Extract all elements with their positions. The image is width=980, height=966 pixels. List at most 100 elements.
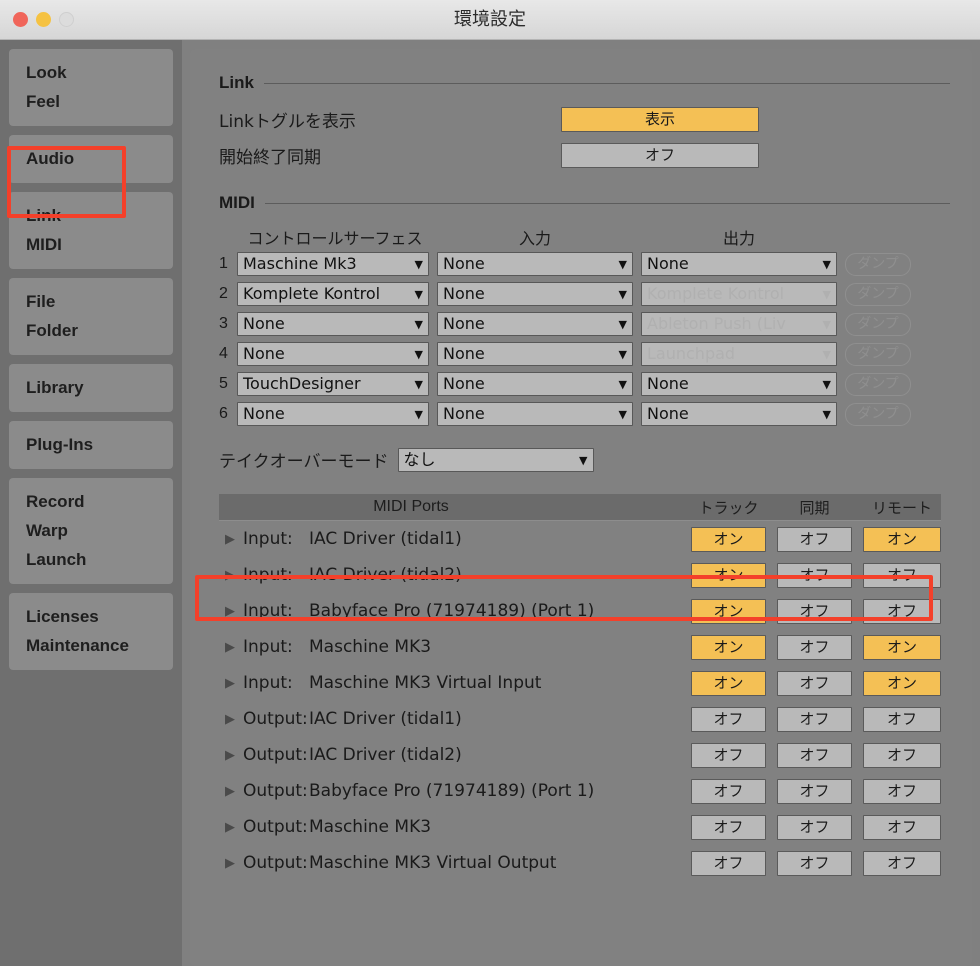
midi-port-remote-toggle[interactable]: オン: [863, 670, 941, 696]
midi-port-sync-toggle[interactable]: オフ: [777, 526, 852, 552]
midi-port-sync-toggle[interactable]: オフ: [777, 670, 852, 696]
disclosure-triangle-icon[interactable]: ▶: [219, 557, 243, 593]
midi-port-remote-toggle[interactable]: オフ: [863, 778, 941, 804]
disclosure-triangle-icon[interactable]: ▶: [219, 521, 243, 557]
takeover-mode-select[interactable]: なし ▼: [397, 447, 594, 472]
midi-port-track-toggle[interactable]: オフ: [691, 742, 766, 768]
start-stop-sync-button[interactable]: オフ: [561, 142, 759, 168]
control-surface-select[interactable]: TouchDesigner ▼: [237, 372, 429, 396]
midi-port-name: Maschine MK3 Virtual Output: [309, 853, 557, 873]
control-surface-select[interactable]: None ▼: [237, 312, 429, 336]
dump-button[interactable]: ダンプ: [845, 372, 911, 396]
midi-port-sync-toggle[interactable]: オフ: [777, 742, 852, 768]
midi-port-sync-toggle[interactable]: オフ: [777, 850, 852, 876]
dump-button[interactable]: ダンプ: [845, 342, 911, 366]
midi-port-sync-toggle[interactable]: オフ: [777, 778, 852, 804]
sidebar-item-licenses[interactable]: Licenses: [9, 602, 173, 631]
disclosure-triangle-icon[interactable]: ▶: [219, 593, 243, 629]
control-surface-input-select[interactable]: None ▼: [437, 282, 633, 306]
midi-port-track-toggle[interactable]: オフ: [691, 850, 766, 876]
sidebar-item-library[interactable]: Library: [9, 373, 173, 402]
midi-port-track-toggle[interactable]: オフ: [691, 814, 766, 840]
control-surface-output-select[interactable]: None ▼: [641, 372, 837, 396]
chevron-down-icon: ▼: [618, 258, 627, 271]
midi-port-track-toggle[interactable]: オン: [691, 598, 766, 624]
control-surface-output-select[interactable]: Komplete Kontrol ▼: [641, 282, 837, 306]
sidebar-group-6: Record Warp Launch: [9, 478, 173, 584]
midi-port-sync-toggle[interactable]: オフ: [777, 562, 852, 588]
disclosure-triangle-icon[interactable]: ▶: [219, 629, 243, 665]
midi-port-direction: Input:: [243, 637, 293, 657]
midi-port-sync-toggle[interactable]: オフ: [777, 814, 852, 840]
midi-port-remote-toggle[interactable]: オフ: [863, 814, 941, 840]
midi-port-track-toggle[interactable]: オフ: [691, 778, 766, 804]
midi-port-sync-toggle[interactable]: オフ: [777, 634, 852, 660]
midi-port-track-toggle[interactable]: オン: [691, 670, 766, 696]
dump-button[interactable]: ダンプ: [845, 402, 911, 426]
midi-port-sync-toggle[interactable]: オフ: [777, 598, 852, 624]
control-surface-select[interactable]: Maschine Mk3 ▼: [237, 252, 429, 276]
control-surface-input-select[interactable]: None ▼: [437, 342, 633, 366]
control-surface-row: 1 Maschine Mk3 ▼ None ▼ None ▼ ダンプ: [190, 249, 972, 279]
control-surface-row: 4 None ▼ None ▼ Launchpad ▼ ダンプ: [190, 339, 972, 369]
control-surface-select[interactable]: None ▼: [237, 342, 429, 366]
start-stop-sync-label: 開始終了同期: [219, 147, 321, 168]
disclosure-triangle-icon[interactable]: ▶: [219, 845, 243, 881]
midi-port-remote-toggle[interactable]: オフ: [863, 850, 941, 876]
sidebar-item-link[interactable]: Link: [9, 201, 173, 230]
midi-port-sync-toggle[interactable]: オフ: [777, 706, 852, 732]
dump-button[interactable]: ダンプ: [845, 252, 911, 276]
sidebar-item-file[interactable]: File: [9, 287, 173, 316]
dump-button[interactable]: ダンプ: [845, 312, 911, 336]
dump-button[interactable]: ダンプ: [845, 282, 911, 306]
midi-port-remote-toggle[interactable]: オフ: [863, 598, 941, 624]
sidebar-item-look[interactable]: Look: [9, 58, 173, 87]
sidebar-item-record[interactable]: Record: [9, 487, 173, 516]
sidebar-item-warp[interactable]: Warp: [9, 516, 173, 545]
control-surface-input-select[interactable]: None ▼: [437, 252, 633, 276]
show-link-toggle-button[interactable]: 表示: [561, 106, 759, 132]
control-surface-output-select[interactable]: None ▼: [641, 402, 837, 426]
midi-port-direction: Input:: [243, 601, 293, 621]
sidebar-item-plug-ins[interactable]: Plug-Ins: [9, 430, 173, 459]
midi-port-remote-toggle[interactable]: オフ: [863, 706, 941, 732]
control-surface-index: 5: [219, 375, 228, 392]
control-surface-input-select[interactable]: None ▼: [437, 312, 633, 336]
sidebar-item-feel[interactable]: Feel: [9, 87, 173, 116]
row-show-link-toggle: Linkトグルを表示 表示: [219, 101, 972, 137]
chevron-down-icon: ▼: [822, 408, 831, 421]
control-surface-select[interactable]: None ▼: [237, 402, 429, 426]
disclosure-triangle-icon[interactable]: ▶: [219, 701, 243, 737]
disclosure-triangle-icon[interactable]: ▶: [219, 665, 243, 701]
control-surface-output-select[interactable]: Ableton Push (Liv ▼: [641, 312, 837, 336]
midi-port-remote-toggle[interactable]: オン: [863, 634, 941, 660]
sidebar: Look Feel Audio Link MIDI File Folder Library Pl…: [0, 40, 182, 966]
midi-port-track-toggle[interactable]: オン: [691, 562, 766, 588]
midi-section-header: MIDI: [219, 193, 950, 213]
control-surface-row: 3 None ▼ None ▼ Ableton Push (Liv ▼ ダンプ: [190, 309, 972, 339]
control-surface-output-select-value: Launchpad: [647, 344, 736, 363]
sidebar-item-folder[interactable]: Folder: [9, 316, 173, 345]
control-surface-input-select-value: None: [443, 404, 485, 423]
control-surface-input-select[interactable]: None ▼: [437, 372, 633, 396]
midi-port-remote-toggle[interactable]: オン: [863, 526, 941, 552]
midi-port-track-toggle[interactable]: オン: [691, 634, 766, 660]
control-surface-output-select[interactable]: Launchpad ▼: [641, 342, 837, 366]
midi-port-remote-toggle[interactable]: オフ: [863, 562, 941, 588]
sidebar-item-launch[interactable]: Launch: [9, 545, 173, 574]
control-surface-output-select[interactable]: None ▼: [641, 252, 837, 276]
control-surface-select[interactable]: Komplete Kontrol ▼: [237, 282, 429, 306]
control-surface-input-select[interactable]: None ▼: [437, 402, 633, 426]
midi-port-track-toggle[interactable]: オフ: [691, 706, 766, 732]
midi-port-remote-toggle[interactable]: オフ: [863, 742, 941, 768]
sidebar-item-midi[interactable]: MIDI: [9, 230, 173, 259]
sidebar-item-maintenance[interactable]: Maintenance: [9, 631, 173, 660]
disclosure-triangle-icon[interactable]: ▶: [219, 809, 243, 845]
midi-port-track-toggle[interactable]: オン: [691, 526, 766, 552]
disclosure-triangle-icon[interactable]: ▶: [219, 737, 243, 773]
sidebar-item-audio[interactable]: Audio: [9, 144, 173, 173]
midi-heading: MIDI: [219, 193, 255, 212]
midi-port-direction: Output:: [243, 853, 308, 873]
disclosure-triangle-icon[interactable]: ▶: [219, 773, 243, 809]
chevron-down-icon: ▼: [414, 408, 423, 421]
